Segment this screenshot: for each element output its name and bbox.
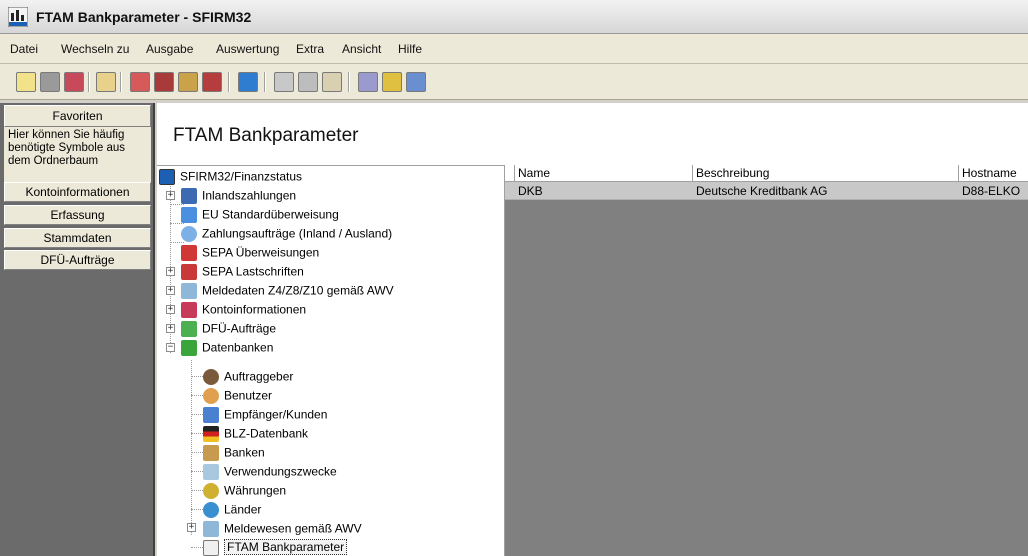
sidebar-button-dfue-auftraege[interactable]: DFÜ-Aufträge [4,250,151,270]
recipients-icon [203,406,219,423]
copy-icon[interactable] [298,72,318,92]
sepa-transfer-icon [181,244,197,261]
row-selector-header [505,165,515,182]
bank-building-icon [203,444,219,461]
tree-item-sepa-lastschriften[interactable]: SEPA Lastschriften [181,262,304,281]
properties-icon[interactable] [96,72,116,92]
cut-icon[interactable] [274,72,294,92]
tree-item-dfue-auftraege[interactable]: DFÜ-Aufträge [181,319,276,338]
export-icon[interactable] [178,72,198,92]
database-icon [181,339,197,356]
sidebar-button-stammdaten[interactable]: Stammdaten [4,228,151,248]
tree-item-waehrungen[interactable]: Währungen [203,481,286,500]
collapse-minus-icon[interactable]: − [166,343,175,352]
globe-icon [181,225,197,242]
tree-item-meldewesen[interactable]: Meldewesen gemäß AWV [203,519,362,538]
tree-item-meldedaten[interactable]: Meldedaten Z4/Z8/Z10 gemäß AWV [181,281,394,300]
title-bar: FTAM Bankparameter - SFIRM32 [0,0,1028,34]
menu-wechseln-zu[interactable]: Wechseln zu [61,42,129,56]
account-info-icon [181,301,197,318]
expand-plus-icon[interactable]: + [166,305,175,314]
toolbar-separator [88,72,90,92]
table-header: Name Beschreibung Hostname [505,165,1028,182]
folder-tree: + + + + + − + SFIRM32/Finanzstatus Inlan… [157,165,505,556]
expand-plus-icon[interactable]: + [166,191,175,200]
globe-icon [203,501,219,518]
sidebar-button-kontoinformationen[interactable]: Kontoinformationen [4,182,151,202]
tree-item-inlandszahlungen[interactable]: Inlandszahlungen [181,186,296,205]
person-icon [203,368,219,385]
expand-plus-icon[interactable]: + [166,267,175,276]
tree-item-verwendungszwecke[interactable]: Verwendungszwecke [203,462,337,481]
new-record-icon[interactable] [130,72,150,92]
tree-item-laender[interactable]: Länder [203,500,261,519]
toolbar-separator [120,72,122,92]
paste-icon[interactable] [322,72,342,92]
expand-plus-icon[interactable]: + [166,324,175,333]
tree-item-sepa-ueberweisungen[interactable]: SEPA Überweisungen [181,243,319,262]
tree-item-auftraggeber[interactable]: Auftraggeber [203,367,293,386]
menu-auswertung[interactable]: Auswertung [216,42,279,56]
save-icon[interactable] [64,72,84,92]
inlandszahlungen-icon [181,187,197,204]
expand-plus-icon[interactable]: + [166,286,175,295]
cell-hostname: D88-ELKO [962,184,1021,198]
sidebar-button-erfassung[interactable]: Erfassung [4,205,151,225]
sfirm-app-icon [8,7,28,27]
internet-icon[interactable] [238,72,258,92]
column-header-beschreibung[interactable]: Beschreibung [693,165,959,182]
sfirm-root-icon [159,168,175,185]
help-icon[interactable] [382,72,402,92]
context-help-icon[interactable] [406,72,426,92]
tree-item-blz-datenbank[interactable]: BLZ-Datenbank [203,424,308,443]
toolbar-separator [228,72,230,92]
reporting-icon [203,520,219,537]
menu-extra[interactable]: Extra [296,42,324,56]
cell-beschreibung: Deutsche Kreditbank AG [696,184,828,198]
currency-icon [203,482,219,499]
toolbar [0,64,1028,100]
column-header-name[interactable]: Name [515,165,693,182]
print-icon[interactable] [358,72,378,92]
report-data-icon [181,282,197,299]
tree-item-datenbanken[interactable]: Datenbanken [181,338,273,357]
cell-name: DKB [518,184,543,198]
calendar-icon[interactable] [202,72,222,92]
german-flag-icon [203,425,219,442]
bank-parameter-table: Name Beschreibung Hostname DKB Deutsche … [505,165,1028,556]
main-panel: FTAM Bankparameter + + + + + − + SFIRM32… [157,103,1028,556]
user-icon [203,387,219,404]
tree-item-ftam-bankparameter[interactable]: FTAM Bankparameter [203,538,348,556]
toolbar-separator [264,72,266,92]
dfue-orders-icon [181,320,197,337]
toolbar-separator [348,72,350,92]
tree-item-kontoinformationen[interactable]: Kontoinformationen [181,300,306,319]
edit-icon[interactable] [40,72,60,92]
menu-ansicht[interactable]: Ansicht [342,42,381,56]
table-row[interactable]: DKB Deutsche Kreditbank AG D88-ELKO [505,182,1028,200]
menu-bar: Datei Wechseln zu Ausgabe Auswertung Ext… [0,34,1028,64]
tree-item-benutzer[interactable]: Benutzer [203,386,272,405]
menu-ausgabe[interactable]: Ausgabe [146,42,193,56]
sidebar: Favoriten Hier können Sie häufig benötig… [0,103,155,556]
menu-hilfe[interactable]: Hilfe [398,42,422,56]
list-icon[interactable] [16,72,36,92]
column-header-hostname[interactable]: Hostname [959,165,1028,182]
favorites-header[interactable]: Favoriten [4,105,151,127]
menu-datei[interactable]: Datei [10,42,38,56]
tree-item-sfirm32-finanzstatus[interactable]: SFIRM32/Finanzstatus [159,167,302,186]
eu-transfer-icon [181,206,197,223]
favorites-hint: Hier können Sie häufig benötigte Symbole… [4,127,151,182]
ftam-document-icon [203,539,219,556]
page-title: FTAM Bankparameter [173,125,359,146]
tree-item-banken[interactable]: Banken [203,443,265,462]
window-title: FTAM Bankparameter - SFIRM32 [36,9,252,25]
purposes-icon [203,463,219,480]
expand-plus-icon[interactable]: + [187,523,196,532]
import-icon[interactable] [154,72,174,92]
tree-item-empfaenger-kunden[interactable]: Empfänger/Kunden [203,405,327,424]
sepa-debit-icon [181,263,197,280]
tree-item-eu-standardueberweisung[interactable]: EU Standardüberweisung [181,205,339,224]
tree-item-zahlungsauftraege[interactable]: Zahlungsaufträge (Inland / Ausland) [181,224,392,243]
